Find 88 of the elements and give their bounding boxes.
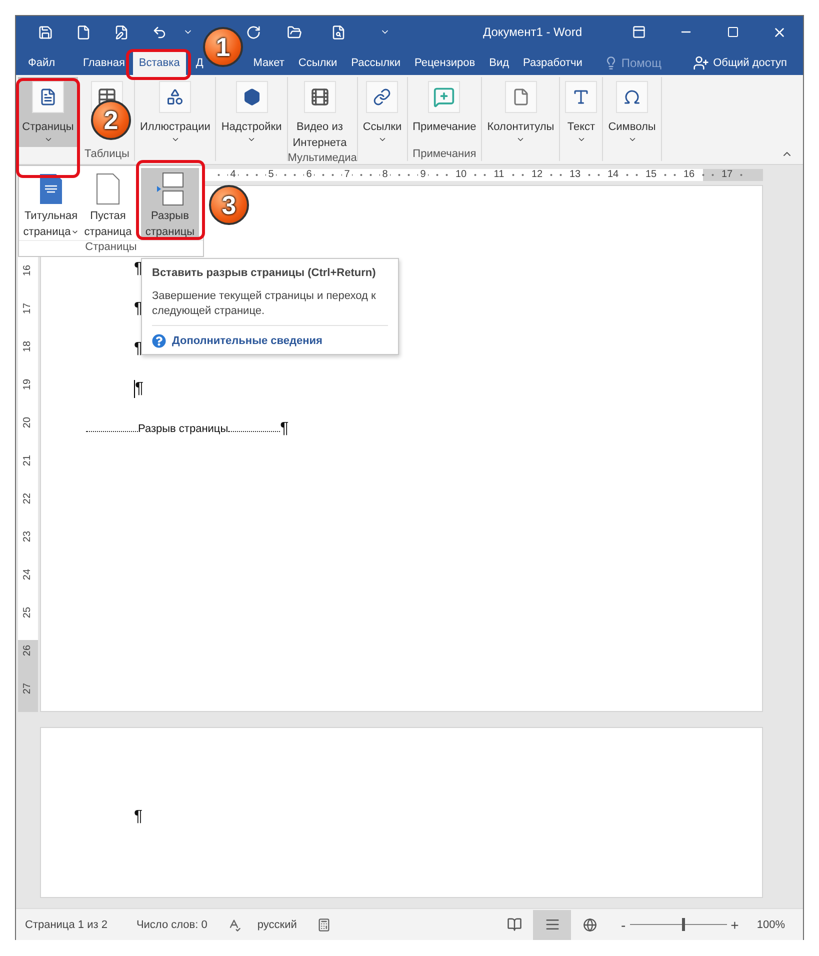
proofing-icon[interactable] bbox=[227, 918, 242, 932]
ribbon-tab[interactable]: Рассылки bbox=[345, 51, 407, 75]
language-label[interactable]: русский bbox=[257, 918, 297, 930]
ribbon-button[interactable]: Текст bbox=[562, 77, 600, 147]
zoom-in-button[interactable]: + bbox=[726, 916, 743, 932]
paragraph-mark: ¶ bbox=[280, 420, 289, 438]
page-count[interactable]: Страница 1 из 2 bbox=[25, 918, 108, 930]
ruler-number: 23 bbox=[22, 530, 34, 542]
group-label: Таблицы bbox=[84, 147, 130, 161]
globe-icon bbox=[583, 918, 597, 932]
ribbon-tab[interactable]: Разработчи bbox=[517, 51, 588, 75]
ruler-number: 26 bbox=[22, 644, 34, 656]
ruler-number: 19 bbox=[22, 378, 34, 390]
gallery-item[interactable]: Пустая страница bbox=[83, 168, 133, 240]
ribbon-button[interactable]: Страницы bbox=[18, 77, 78, 147]
maximize-icon[interactable] bbox=[726, 26, 738, 38]
ruler-number: 27 bbox=[22, 682, 34, 694]
ribbon-tab[interactable]: Рецензиров bbox=[408, 51, 482, 75]
zoom-out-button[interactable]: - bbox=[617, 916, 630, 932]
paragraph-mark: ¶ bbox=[135, 380, 144, 398]
undo-icon[interactable] bbox=[152, 24, 166, 40]
ribbon-button[interactable]: Колонтитулы bbox=[484, 77, 558, 147]
cover-page-icon bbox=[38, 172, 64, 206]
page-icon bbox=[39, 88, 57, 106]
omega-icon bbox=[623, 88, 641, 106]
redo-icon[interactable] bbox=[246, 24, 260, 40]
zoom-level[interactable]: 100% bbox=[756, 918, 785, 930]
group-label: Примечания bbox=[412, 147, 478, 161]
text-icon bbox=[572, 88, 590, 106]
ribbon-tab[interactable]: Вставка bbox=[132, 50, 186, 75]
paragraph-mark: ¶ bbox=[134, 300, 143, 318]
tooltip-text: Завершение текущей страницы и переход к следующей странице. bbox=[152, 289, 388, 326]
word-count[interactable]: Число слов: 0 bbox=[136, 918, 208, 930]
edit-document-icon[interactable] bbox=[114, 24, 128, 40]
ribbon-tab[interactable]: Д bbox=[196, 51, 204, 75]
ribbon-tab[interactable]: Главная bbox=[77, 51, 131, 75]
person-add-icon bbox=[693, 55, 710, 71]
ruler-number: 16 bbox=[22, 264, 34, 276]
ribbon-tab[interactable]: Файл bbox=[20, 51, 76, 75]
ribbon-button[interactable]: Иллюстрации bbox=[137, 77, 214, 147]
ruler-number: 25 bbox=[22, 606, 34, 618]
ruler-number: 18 bbox=[22, 340, 34, 352]
ruler-number: 21 bbox=[22, 454, 34, 466]
ribbon-tab[interactable]: Вид bbox=[483, 51, 516, 75]
paragraph-mark: ¶ bbox=[134, 260, 143, 278]
cube-icon bbox=[242, 88, 261, 106]
ribbon-button[interactable]: Символы bbox=[605, 77, 659, 147]
highlight-frame bbox=[126, 49, 191, 80]
ribbon-button[interactable]: Видео из Интернета bbox=[290, 77, 350, 151]
ribbon-tab[interactable]: Макет bbox=[247, 51, 290, 75]
ribbon-tab[interactable]: Ссылки bbox=[292, 51, 344, 75]
folder-icon[interactable] bbox=[286, 24, 302, 40]
paragraph-mark: ¶ bbox=[134, 340, 143, 358]
page-break-icon bbox=[155, 172, 185, 206]
print-preview-icon[interactable] bbox=[330, 24, 346, 40]
ribbon-button[interactable]: Надстройки bbox=[218, 77, 285, 147]
link-icon bbox=[373, 88, 392, 106]
save-icon[interactable] bbox=[38, 24, 52, 40]
page-icon bbox=[512, 88, 530, 106]
lines-icon bbox=[544, 917, 560, 932]
zoom-thumb[interactable] bbox=[682, 918, 686, 931]
new-document-icon[interactable] bbox=[76, 24, 90, 40]
gallery-item[interactable]: Титульная страница bbox=[21, 168, 81, 240]
view-button[interactable] bbox=[533, 910, 571, 940]
shapes-icon bbox=[166, 88, 184, 106]
tooltip-title: Вставить разрыв страницы (Ctrl+Return) bbox=[152, 267, 377, 279]
ruler-number: 22 bbox=[22, 492, 34, 504]
macro-icon[interactable] bbox=[316, 918, 331, 932]
share-button[interactable]: Общий доступ bbox=[693, 51, 787, 75]
ribbon-options-icon[interactable] bbox=[632, 25, 646, 39]
help-icon bbox=[152, 334, 166, 348]
tell-me-field[interactable]: Помощ bbox=[621, 56, 666, 70]
paragraph-mark: ¶ bbox=[134, 808, 143, 826]
group-label: Мультимедиа bbox=[288, 151, 357, 165]
ruler-number: 20 bbox=[22, 416, 34, 428]
page-break-label: Разрыв страницы bbox=[138, 423, 228, 435]
ribbon-button[interactable]: Примечание bbox=[410, 77, 480, 147]
comment-icon bbox=[433, 86, 456, 108]
blank-page-icon bbox=[95, 172, 121, 206]
window-title: Документ1 - Word bbox=[482, 25, 584, 39]
ruler-number: 17 bbox=[22, 302, 34, 314]
ribbon-button[interactable]: Ссылки bbox=[360, 77, 405, 147]
group-label: Страницы bbox=[19, 240, 203, 256]
book-icon bbox=[506, 917, 522, 932]
ruler-number: 24 bbox=[22, 568, 34, 580]
film-icon bbox=[310, 87, 330, 107]
gallery-item[interactable]: Разрыв страницы bbox=[141, 168, 199, 240]
more-info-link[interactable]: Дополнительные сведения bbox=[152, 334, 388, 348]
